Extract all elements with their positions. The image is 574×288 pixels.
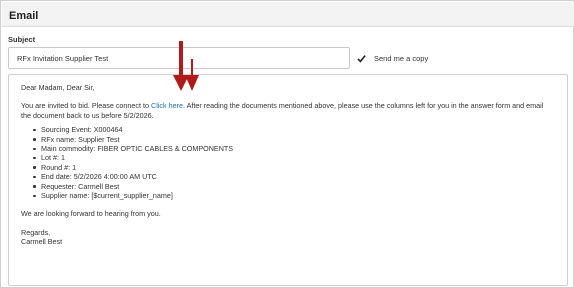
checkmark-icon — [357, 55, 366, 63]
down-arrow-icon — [185, 59, 199, 91]
intro-text: You are invited to bid. Please connect t… — [21, 101, 151, 111]
section-header: Email — [2, 2, 574, 27]
list-item: Supplier name: [$current_supplier_name] — [33, 191, 555, 200]
subject-label: Subject — [8, 35, 36, 44]
event-details-list: Sourcing Event: X000464 RFx name: Suppli… — [33, 125, 555, 200]
list-item: End date: 5/2/2026 4:00:00 AM UTC — [33, 172, 555, 181]
list-item: RFx name: Supplier Test — [33, 135, 555, 144]
list-item: Requester: Carmell Best — [33, 182, 555, 191]
list-item: Lot #: 1 — [33, 153, 555, 162]
section-title: Email — [9, 10, 39, 22]
send-copy-label: Send me a copy — [374, 54, 429, 63]
closing-text: We are looking forward to hearing from y… — [21, 209, 161, 219]
greeting-text: Dear Madam, Dear Sir, — [21, 83, 95, 92]
intro-paragraph: You are invited to bid. Please connect t… — [21, 101, 555, 120]
email-panel: Email Subject Send me a copy Dear Madam,… — [0, 0, 574, 288]
signature-text: Carmell Best — [21, 237, 63, 247]
message-body-editor[interactable]: Dear Madam, Dear Sir, You are invited to… — [8, 74, 568, 286]
list-item: Round #: 1 — [33, 163, 555, 172]
regards-text: Regards, — [21, 227, 51, 237]
send-copy-checkbox[interactable]: Send me a copy — [357, 54, 428, 63]
list-item: Sourcing Event: X000464 — [33, 125, 555, 134]
list-item: Main commodity: FIBER OPTIC CABLES & COM… — [33, 144, 555, 153]
click-here-link[interactable]: Click here — [151, 101, 183, 110]
